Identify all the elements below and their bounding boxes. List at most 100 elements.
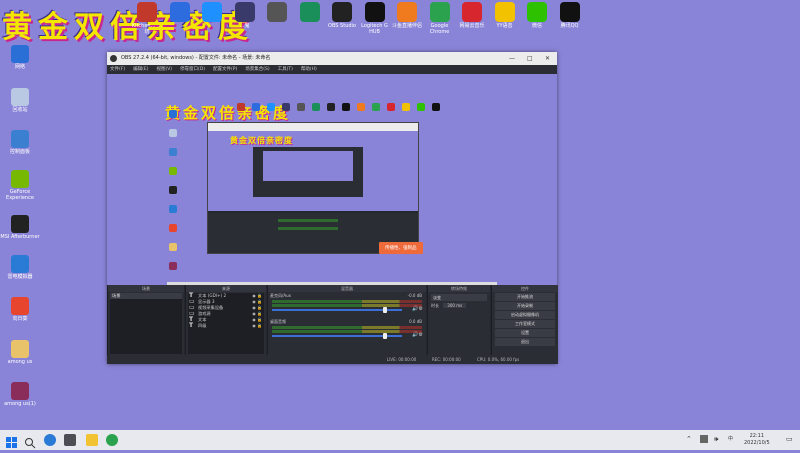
source-item[interactable]: T 四级 ◉ 🔒 — [188, 323, 264, 329]
scenes-list[interactable]: 场景 — [110, 293, 182, 354]
clock[interactable]: 22:11 2022/10/5 — [744, 433, 770, 447]
source-name: 文本 — [198, 317, 207, 322]
shortcut-label: …鬼 — [239, 23, 250, 29]
desktop-shortcut[interactable] — [195, 2, 229, 23]
volume-slider[interactable] — [272, 307, 402, 313]
desktop-shortcut[interactable]: 网络 — [0, 45, 40, 70]
menu-item[interactable]: 工具(T) — [278, 67, 293, 72]
desktop-shortcut[interactable]: 腾讯QQ — [553, 2, 587, 29]
visibility-lock-icons[interactable]: ◉ 🔒 — [252, 323, 262, 329]
text-source-icon: T — [189, 322, 194, 329]
app-icon — [297, 103, 305, 111]
emulator-icon — [11, 255, 29, 273]
file-explorer-icon[interactable] — [86, 434, 98, 446]
netease-music-icon — [387, 103, 395, 111]
desktop-shortcut[interactable] — [260, 2, 294, 23]
desktop-shortcut[interactable]: 雷电模拟器 — [0, 255, 40, 280]
menu-item[interactable]: 配置文件(P) — [213, 67, 237, 72]
search-icon[interactable] — [24, 434, 36, 449]
scenes-dock: 场景 场景 + — ⌃ ⌄ — [107, 285, 184, 364]
recycle-bin-icon — [169, 129, 177, 137]
control-button[interactable]: 开始录制 — [495, 302, 555, 310]
control-button[interactable]: 启动虚拟摄像机 — [495, 311, 555, 319]
channel-name: 麦克风/Aux — [270, 293, 291, 298]
source-name: 显示器 3 — [198, 299, 215, 304]
mute-settings-icons[interactable]: 🔊⚙ — [412, 306, 423, 312]
start-icon[interactable] — [6, 434, 18, 448]
shortcut-label: 向日葵 — [12, 316, 28, 322]
control-button[interactable]: 工作室模式 — [495, 320, 555, 328]
desktop-shortcut[interactable] — [293, 2, 327, 23]
nested-preview: 黄金双倍亲密度 — [208, 131, 418, 211]
chrome-icon[interactable] — [106, 434, 118, 446]
shortcut-label: Logitech G HUB — [361, 23, 388, 35]
sources-list[interactable]: T 文本 (GDI+) 2 ◉ 🔒 ▭ 显示器 3 ◉ 🔒 ▭ 视频采集设备 ◉ 🔒 ▭ 游戏… — [188, 293, 264, 354]
menu-item[interactable]: 帮助(H) — [301, 67, 317, 72]
network-tray-icon[interactable] — [700, 435, 708, 443]
transition-select[interactable]: 淡变 — [431, 294, 487, 301]
menu-item[interactable]: 视图(V) — [156, 67, 172, 72]
wechat-icon — [527, 2, 547, 22]
desktop-shortcut[interactable]: YY语音 — [488, 2, 522, 29]
task-view-icon[interactable] — [64, 434, 76, 446]
obs-docks-area: 场景 场景 + — ⌃ ⌄ 来源 T文本 (GDI+) 2 ◉ 🔒▭显示器 3 … — [107, 285, 558, 364]
volume-slider[interactable] — [272, 333, 402, 339]
control-button[interactable]: 退出 — [495, 338, 555, 346]
desktop-shortcut[interactable]: Google Chrome — [423, 2, 457, 35]
shortcut-label: MSI Afterburner — [0, 234, 40, 240]
obs-menu-bar: 文件(F) 编辑(E) 视图(V) 停靠窗口(D) 配置文件(P) 场景集合(S) 工具(T… — [107, 65, 557, 74]
menu-item[interactable]: 文件(F) — [110, 67, 125, 72]
volume-icon[interactable]: 🕪 — [714, 436, 718, 443]
winrar-icon — [11, 382, 29, 400]
mute-settings-icons[interactable]: 🔊⚙ — [412, 332, 423, 338]
duration-input[interactable]: 300 ms — [443, 303, 467, 308]
menu-item[interactable]: 编辑(E) — [133, 67, 148, 72]
chrome-icon — [429, 2, 450, 22]
control-button[interactable]: 设置 — [495, 329, 555, 337]
app-icon — [252, 103, 260, 111]
shortcut-label: among us(1) — [4, 401, 36, 407]
desktop-shortcut[interactable] — [163, 2, 197, 23]
controls-dock-title: 控件 — [492, 285, 558, 292]
desktop-shortcut[interactable]: GeForce Experience — [0, 170, 40, 201]
sunflower-icon — [169, 224, 177, 232]
notification-icon[interactable]: ▭ — [786, 436, 793, 443]
edge-icon[interactable] — [44, 434, 56, 446]
nested-meter — [278, 219, 338, 222]
scene-item[interactable]: 场景 — [110, 293, 182, 299]
channel-db: 0.0 dB — [409, 319, 422, 324]
tray-chevron-icon[interactable]: ⌃ — [686, 436, 692, 443]
duration-label: 时长 — [431, 303, 439, 308]
source-name: 视频采集设备 — [198, 305, 224, 310]
mixer-channel: 麦克风/Aux -0.0 dB 🔊⚙ — [270, 293, 424, 313]
desktop-shortcut[interactable]: 微信 — [520, 2, 554, 29]
desktop-shortcut[interactable]: 向日葵 — [0, 297, 40, 322]
control-panel-icon — [11, 130, 29, 148]
desktop-shortcut[interactable]: Kitchen… …坊 — [130, 2, 164, 35]
maximize-icon[interactable]: □ — [527, 52, 533, 65]
desktop-shortcut[interactable]: 控制面板 — [0, 130, 40, 155]
app-icon — [312, 103, 320, 111]
obs-logo-icon — [110, 55, 117, 62]
minimize-icon[interactable]: — — [509, 52, 515, 65]
desktop-shortcut[interactable]: …鬼 — [228, 2, 262, 29]
close-icon[interactable]: ✕ — [545, 52, 550, 65]
obs-title-bar[interactable]: OBS 27.2.4 (64-bit, windows) - 配置文件: 未命名… — [107, 52, 557, 65]
desktop-shortcut[interactable]: OBS Studio — [325, 2, 359, 29]
desktop-shortcut[interactable]: 网易云音乐 — [455, 2, 489, 29]
menu-item[interactable]: 停靠窗口(D) — [180, 67, 205, 72]
desktop-shortcut[interactable]: MSI Afterburner — [0, 215, 40, 240]
desktop-shortcut[interactable]: 斗鱼直播伴侣 — [390, 2, 424, 29]
slider-knob[interactable] — [382, 307, 387, 313]
ime-icon[interactable]: 中 — [728, 436, 733, 443]
menu-item[interactable]: 场景集合(S) — [245, 67, 269, 72]
control-button[interactable]: 开始推流 — [495, 293, 555, 301]
desktop-shortcut[interactable]: among us — [0, 340, 40, 365]
shortcut-label: 腾讯QQ — [560, 23, 579, 29]
transition-duration-row: 时长 300 ms — [431, 303, 487, 309]
msi-icon — [11, 215, 29, 233]
desktop-shortcut[interactable]: Logitech G HUB — [358, 2, 392, 35]
desktop-shortcut[interactable]: among us(1) — [0, 382, 40, 407]
desktop-shortcut[interactable]: 回收站 — [0, 88, 40, 113]
slider-knob[interactable] — [382, 333, 387, 339]
